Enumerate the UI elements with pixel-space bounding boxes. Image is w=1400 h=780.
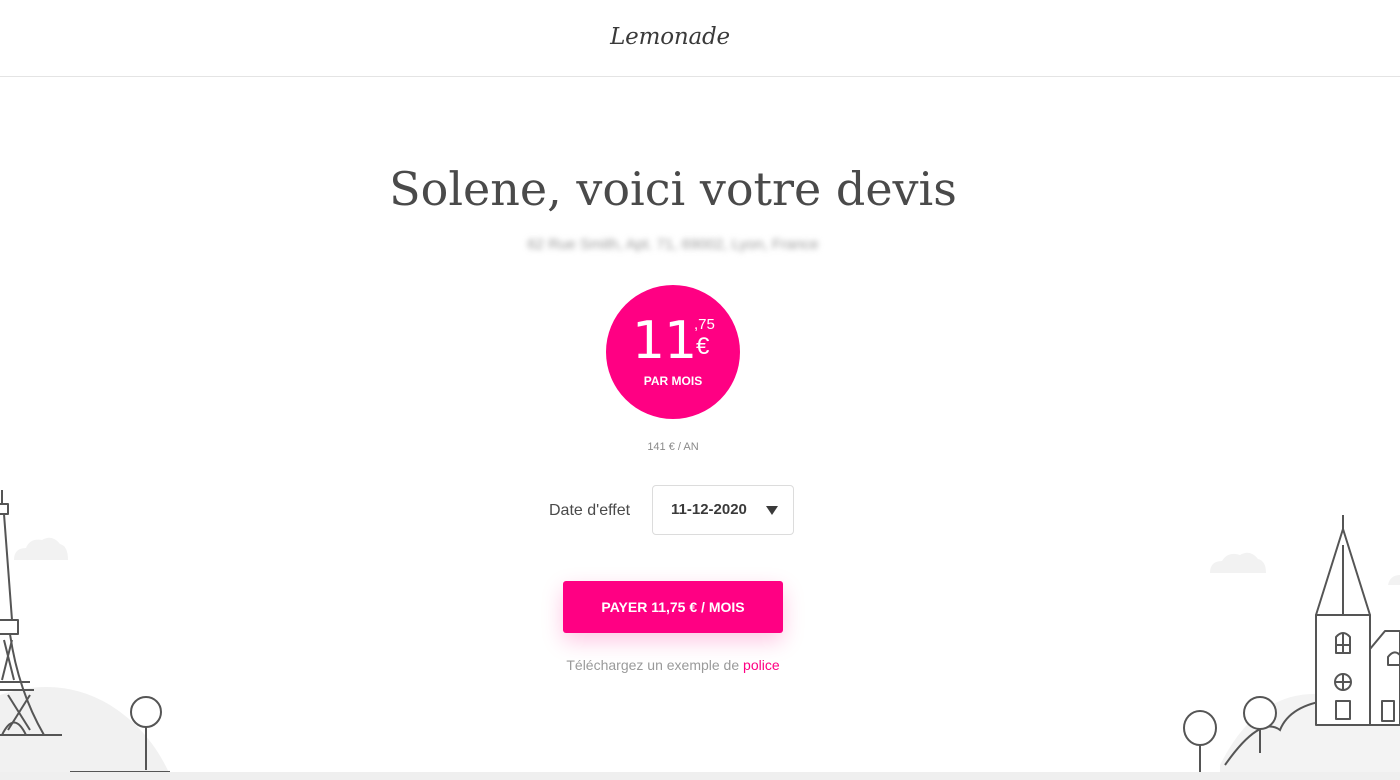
pay-button[interactable]: PAYER 11,75 € / MOIS: [563, 581, 783, 633]
top-navigation-bar: Lemonade: [0, 0, 1400, 77]
lemonade-logo[interactable]: Lemonade: [0, 24, 1340, 50]
sample-policy-link[interactable]: police: [743, 657, 780, 673]
cloud-icon: [14, 537, 68, 560]
price-decimals: ,75: [694, 316, 715, 333]
left-illustration: [0, 490, 170, 775]
address-text: 62 Rue Smith, Apt. 71, 69002, Lyon, Fran…: [527, 236, 819, 253]
price-currency: €: [696, 333, 710, 360]
yearly-price: 141 € / AN: [647, 441, 699, 453]
effective-date-select[interactable]: 11-12-2020: [652, 485, 794, 535]
price-period: PAR MOIS: [643, 374, 703, 388]
effective-date-label: Date d'effet: [549, 502, 631, 519]
tree-icon: [1183, 710, 1217, 773]
effective-date-value: 11-12-2020: [671, 501, 747, 518]
right-illustration: [1183, 515, 1400, 775]
price-integer: 11: [632, 311, 697, 371]
caret-down-icon: [766, 506, 778, 515]
price-badge: 11 ,75 € PAR MOIS: [606, 285, 740, 419]
sample-policy-text: Téléchargez un exemple de police: [0, 657, 1346, 673]
bottom-strip: [0, 772, 1400, 780]
page-title: Solene, voici votre devis: [389, 162, 957, 216]
cloud-icon: [1210, 552, 1266, 573]
church-icon: [1315, 515, 1400, 726]
sample-policy-prefix: Téléchargez un exemple de: [566, 657, 744, 673]
cloud-icon: [1388, 575, 1400, 585]
